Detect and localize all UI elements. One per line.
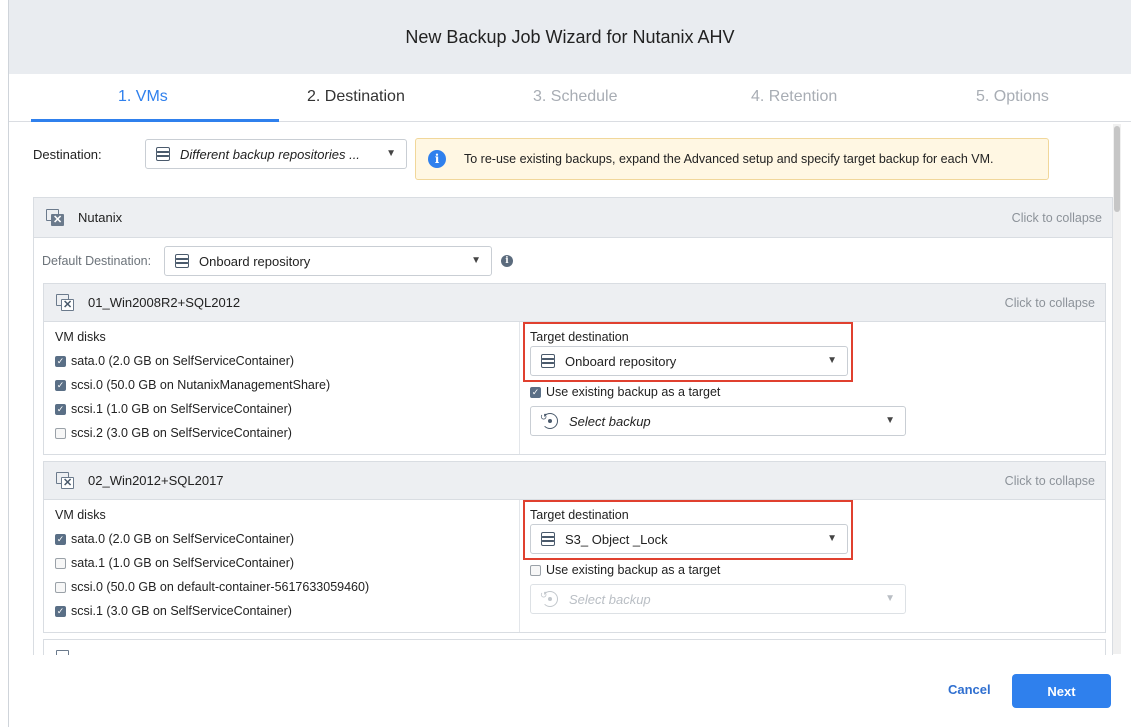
select-backup-dropdown[interactable]: ↺ Select backup ▼ [530, 406, 906, 436]
wizard-steps: 1. VMs 2. Destination 3. Schedule 4. Ret… [9, 74, 1131, 122]
default-destination-row: Default Destination: Onboard repository … [42, 246, 513, 276]
disk-checkbox[interactable]: ✓ [55, 379, 66, 391]
info-text: To re-use existing backups, expand the A… [464, 152, 994, 166]
vm-disks: VM disks ✓ sata.0 (2.0 GB on SelfServiceC… [55, 330, 330, 445]
destination-panel: Destination: Different backup repositori… [9, 122, 1121, 655]
disk-row[interactable]: ✓ sata.0 (2.0 GB on SelfServiceContainer) [55, 349, 330, 373]
disk-label: sata.0 (2.0 GB on SelfServiceContainer) [71, 532, 295, 546]
vm-disks-label: VM disks [55, 508, 106, 522]
disk-row[interactable]: scsi.2 (3.0 GB on SelfServiceContainer) [55, 421, 330, 445]
chevron-down-icon: ▼ [386, 148, 396, 159]
vm-icon: ✕ [56, 471, 76, 490]
vm-header[interactable]: ✕ 01_Win2008R2+SQL2012 Click to collapse [44, 284, 1105, 322]
cluster-name: Nutanix [78, 210, 123, 225]
use-existing-label: Use existing backup as a target [546, 385, 721, 399]
cluster-group: ✕ Nutanix Click to collapse Default Dest… [33, 197, 1113, 655]
scrollbar-thumb[interactable] [1114, 126, 1120, 212]
disk-checkbox[interactable]: ✓ [55, 355, 66, 367]
disk-checkbox[interactable] [55, 581, 66, 593]
highlight-frame [523, 322, 853, 382]
cancel-button[interactable]: Cancel [948, 682, 991, 697]
info-icon: i [428, 150, 446, 168]
chevron-down-icon: ▼ [885, 415, 895, 426]
vm-disks: VM disks ✓ sata.0 (2.0 GB on SelfServiceC… [55, 508, 369, 623]
repository-icon [156, 147, 170, 162]
cluster-header[interactable]: ✕ Nutanix Click to collapse [34, 198, 1112, 238]
disk-row[interactable]: ✓ scsi.1 (3.0 GB on SelfServiceContainer) [55, 599, 369, 623]
default-destination-label: Default Destination: [42, 254, 152, 268]
vm-block-3: ✕ [43, 639, 1106, 655]
collapse-link[interactable]: Click to collapse [1012, 211, 1102, 225]
footer: Cancel Next [9, 655, 1131, 727]
vm-disks-label: VM disks [55, 330, 106, 344]
default-destination-select[interactable]: Onboard repository ▼ [164, 246, 492, 276]
disk-label: scsi.0 (50.0 GB on default-container-561… [71, 580, 370, 594]
select-backup-placeholder: Select backup [569, 413, 651, 429]
default-destination-value: Onboard repository [199, 253, 311, 269]
select-backup-dropdown[interactable]: ↺ Select backup ▼ [530, 584, 906, 614]
select-backup-placeholder: Select backup [569, 591, 651, 607]
step-options[interactable]: 5. Options [976, 88, 1049, 106]
disk-checkbox[interactable]: ✓ [55, 605, 66, 617]
destination-value: Different backup repositories ... [180, 146, 360, 162]
disk-label: scsi.0 (50.0 GB on NutanixManagementShar… [71, 378, 331, 392]
destination-select[interactable]: Different backup repositories ... ▼ [145, 139, 407, 169]
disk-checkbox[interactable] [55, 427, 66, 439]
step-destination[interactable]: 2. Destination [307, 88, 405, 106]
window-title: New Backup Job Wizard for Nutanix AHV [405, 26, 735, 47]
vm-icon: ✕ [56, 293, 76, 312]
disk-label: scsi.1 (3.0 GB on SelfServiceContainer) [71, 604, 292, 618]
repository-icon [175, 254, 189, 269]
disk-row[interactable]: ✓ scsi.0 (50.0 GB on NutanixManagementSha… [55, 373, 330, 397]
column-divider [519, 322, 520, 454]
vertical-scrollbar[interactable] [1113, 124, 1121, 654]
vm-name: 01_Win2008R2+SQL2012 [88, 295, 241, 310]
step-schedule[interactable]: 3. Schedule [533, 88, 618, 106]
info-banner: i To re-use existing backups, expand the… [415, 138, 1049, 180]
vm-header[interactable]: ✕ 02_Win2012+SQL2017 Click to collapse [44, 462, 1105, 500]
info-icon[interactable]: i [501, 255, 513, 267]
nutanix-cluster-icon: ✕ [46, 208, 66, 227]
next-button[interactable]: Next [1012, 674, 1111, 708]
restore-icon: ↺ [540, 412, 559, 430]
collapse-link[interactable]: Click to collapse [1005, 296, 1095, 310]
disk-checkbox[interactable]: ✓ [55, 403, 66, 415]
step-retention[interactable]: 4. Retention [751, 88, 837, 106]
title-bar: New Backup Job Wizard for Nutanix AHV [9, 0, 1131, 74]
chevron-down-icon: ▼ [885, 593, 895, 604]
disk-checkbox[interactable] [55, 557, 66, 569]
use-existing-checkbox[interactable]: ✓ [530, 386, 541, 398]
highlight-frame [523, 500, 853, 560]
vm-header[interactable]: ✕ [44, 640, 1105, 655]
destination-label: Destination: [33, 146, 102, 162]
disk-checkbox[interactable]: ✓ [55, 533, 66, 545]
disk-row[interactable]: ✓ scsi.1 (1.0 GB on SelfServiceContainer) [55, 397, 330, 421]
disk-label: scsi.1 (1.0 GB on SelfServiceContainer) [71, 402, 292, 416]
disk-row[interactable]: sata.1 (1.0 GB on SelfServiceContainer) [55, 551, 369, 575]
disk-label: sata.1 (1.0 GB on SelfServiceContainer) [71, 556, 295, 570]
disk-label: sata.0 (2.0 GB on SelfServiceContainer) [71, 354, 295, 368]
chevron-down-icon: ▼ [471, 255, 481, 266]
disk-row[interactable]: ✓ sata.0 (2.0 GB on SelfServiceContainer) [55, 527, 369, 551]
column-divider [519, 500, 520, 632]
disk-row[interactable]: scsi.0 (50.0 GB on default-container-561… [55, 575, 369, 599]
use-existing-label: Use existing backup as a target [546, 563, 721, 577]
destination-row: Destination: Different backup repositori… [33, 139, 407, 169]
use-existing-checkbox[interactable] [530, 564, 541, 576]
wizard-window: New Backup Job Wizard for Nutanix AHV 1.… [8, 0, 1131, 727]
use-existing-row[interactable]: Use existing backup as a target [530, 558, 906, 582]
collapse-link[interactable]: Click to collapse [1005, 474, 1095, 488]
use-existing-row[interactable]: ✓ Use existing backup as a target [530, 380, 906, 404]
disk-label: scsi.2 (3.0 GB on SelfServiceContainer) [71, 426, 292, 440]
restore-icon: ↺ [540, 590, 559, 608]
vm-name: 02_Win2012+SQL2017 [88, 473, 224, 488]
step-vms[interactable]: 1. VMs [118, 88, 168, 106]
